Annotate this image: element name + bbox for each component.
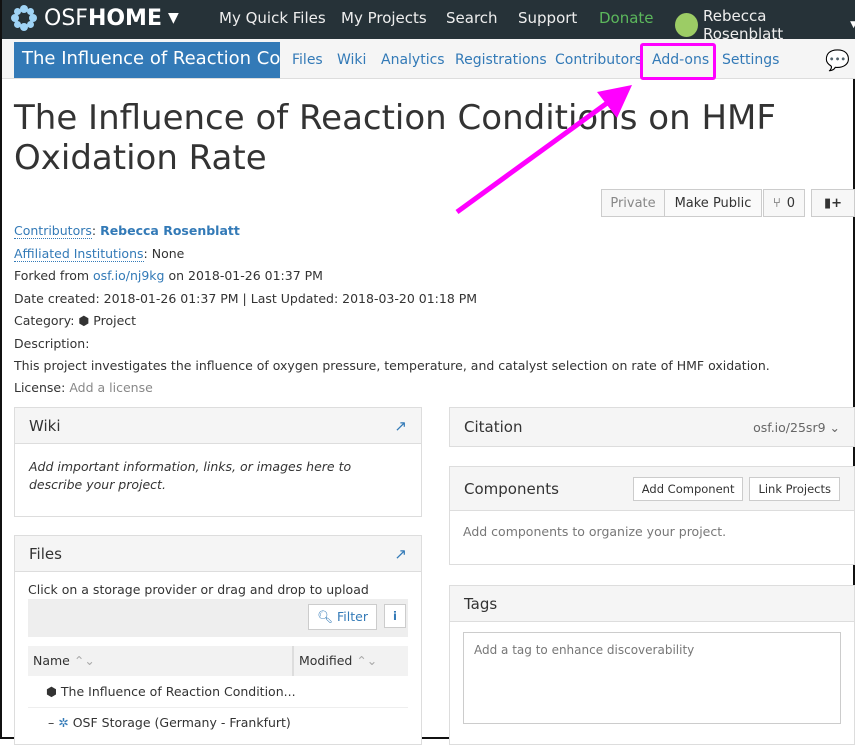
- file-row-project[interactable]: ⬢ The Influence of Reaction Condition...: [28, 676, 408, 708]
- tab-registrations[interactable]: Registrations: [455, 52, 547, 68]
- name-column-header[interactable]: Name ⌃⌄: [28, 646, 294, 676]
- filter-label: Filter: [337, 609, 368, 624]
- caret-down-icon: ▼: [850, 20, 855, 30]
- files-title: Files: [29, 545, 62, 563]
- tab-analytics[interactable]: Analytics: [381, 52, 445, 68]
- bookmark-plus-icon: ▮+: [824, 196, 842, 211]
- nav-search[interactable]: Search: [446, 9, 498, 27]
- tab-files[interactable]: Files: [292, 52, 323, 68]
- tag-input[interactable]: Add a tag to enhance discoverability: [463, 632, 841, 724]
- description-text: This project investigates the influence …: [14, 358, 770, 373]
- osf-logo-icon: [10, 4, 38, 32]
- project-row-name: The Influence of Reaction Condition...: [61, 684, 296, 699]
- license-label: License:: [14, 380, 65, 395]
- avatar: [675, 13, 698, 37]
- user-name: Rebecca Rosenblatt: [703, 7, 845, 43]
- external-link-icon[interactable]: ↗: [394, 545, 407, 563]
- affiliated-value: None: [152, 246, 185, 261]
- osf-storage-icon: ✲: [58, 715, 68, 730]
- files-header: Name ⌃⌄ Modified ⌃⌄: [28, 646, 408, 676]
- tab-settings[interactable]: Settings: [722, 52, 779, 68]
- forked-date: on 2018-01-26 01:37 PM: [164, 268, 322, 283]
- dates: Date created: 2018-01-26 01:37 PM | Last…: [14, 291, 477, 306]
- affiliated-label[interactable]: Affiliated Institutions: [14, 246, 144, 262]
- forked-from-link[interactable]: osf.io/nj9kg: [93, 268, 164, 283]
- category-value: Project: [93, 313, 136, 328]
- info-button[interactable]: i: [384, 604, 406, 628]
- components-empty: Add components to organize your project.: [450, 511, 854, 552]
- storage-region: (Germany - Frankfurt): [155, 715, 291, 730]
- search-icon: 🔍︎: [317, 609, 333, 624]
- citation-title: Citation: [464, 418, 522, 436]
- tags-title: Tags: [464, 595, 497, 613]
- cube-icon: ⬢: [78, 313, 89, 328]
- fork-button[interactable]: ⑂0: [763, 189, 805, 217]
- components-panel: Components Add ComponentLink Projects Ad…: [449, 466, 855, 565]
- forked-label: Forked from: [14, 268, 93, 283]
- files-panel: Files ↗ Click on a storage provider or dr…: [14, 535, 422, 745]
- private-button: Private: [601, 189, 665, 217]
- bookmark-button[interactable]: ▮+: [811, 189, 855, 217]
- modified-header-label: Modified: [299, 653, 352, 668]
- contributors-label[interactable]: Contributors: [14, 223, 92, 239]
- external-link-icon[interactable]: ↗: [394, 417, 407, 435]
- visibility-buttons: Private Make Public: [601, 189, 762, 217]
- wiki-panel: Wiki ↗ Add important information, links, …: [14, 407, 422, 517]
- modified-column-header[interactable]: Modified ⌃⌄: [294, 646, 382, 676]
- file-row-osf-storage[interactable]: – ✲ OSF Storage (Germany - Frankfurt): [28, 708, 408, 737]
- osf-home-menu[interactable]: OSFHOME ▼: [10, 4, 179, 32]
- name-header-label: Name: [33, 653, 70, 668]
- top-navbar: OSFHOME ▼ My Quick Files My Projects Sea…: [2, 0, 855, 39]
- fork-count: 0: [787, 196, 795, 211]
- highlight-box: [640, 43, 716, 80]
- wiki-title: Wiki: [29, 417, 61, 435]
- citation-panel[interactable]: Citation osf.io/25sr9 ⌄: [449, 407, 855, 447]
- tags-panel: Tags Add a tag to enhance discoverabilit…: [449, 585, 855, 745]
- collapse-icon[interactable]: –: [48, 715, 54, 730]
- description-label: Description:: [14, 336, 89, 351]
- add-license-link[interactable]: Add a license: [69, 380, 152, 395]
- category-label: Category:: [14, 313, 74, 328]
- page-title: The Influence of Reaction Conditions on …: [14, 98, 844, 178]
- filter-button[interactable]: 🔍︎ Filter: [308, 604, 377, 630]
- citation-link: osf.io/25sr9: [753, 420, 825, 435]
- comments-icon[interactable]: 💬: [825, 48, 850, 72]
- storage-name: OSF Storage: [73, 715, 151, 730]
- nav-my-projects[interactable]: My Projects: [341, 9, 427, 27]
- nav-my-quick-files[interactable]: My Quick Files: [219, 9, 326, 27]
- files-toolbar: 🔍︎ Filter i: [28, 599, 408, 637]
- sort-icon[interactable]: ⌃⌄: [356, 653, 377, 668]
- user-menu[interactable]: Rebecca Rosenblatt ▼: [675, 7, 855, 43]
- wiki-placeholder: Add important information, links, or ima…: [15, 444, 421, 508]
- nav-support[interactable]: Support: [518, 9, 577, 27]
- brand-osf: OSF: [44, 6, 88, 31]
- upload-hint: Click on a storage provider or drag and …: [15, 572, 421, 597]
- sort-icon[interactable]: ⌃⌄: [74, 653, 95, 668]
- project-title-link[interactable]: The Influence of Reaction Co...: [14, 42, 280, 78]
- caret-down-icon: ▼: [168, 10, 179, 26]
- components-title: Components: [464, 480, 559, 498]
- contributor-link[interactable]: Rebecca Rosenblatt: [100, 223, 240, 238]
- link-projects-button[interactable]: Link Projects: [749, 477, 840, 501]
- make-public-button[interactable]: Make Public: [665, 189, 762, 217]
- chevron-down-icon: ⌄: [830, 420, 840, 435]
- brand-home: HOME: [88, 6, 162, 31]
- fork-icon: ⑂: [773, 196, 781, 211]
- nav-donate[interactable]: Donate: [599, 9, 654, 27]
- tab-wiki[interactable]: Wiki: [337, 52, 366, 68]
- add-component-button[interactable]: Add Component: [633, 477, 744, 501]
- cube-icon: ⬢: [46, 684, 57, 699]
- tab-contributors[interactable]: Contributors: [555, 52, 642, 68]
